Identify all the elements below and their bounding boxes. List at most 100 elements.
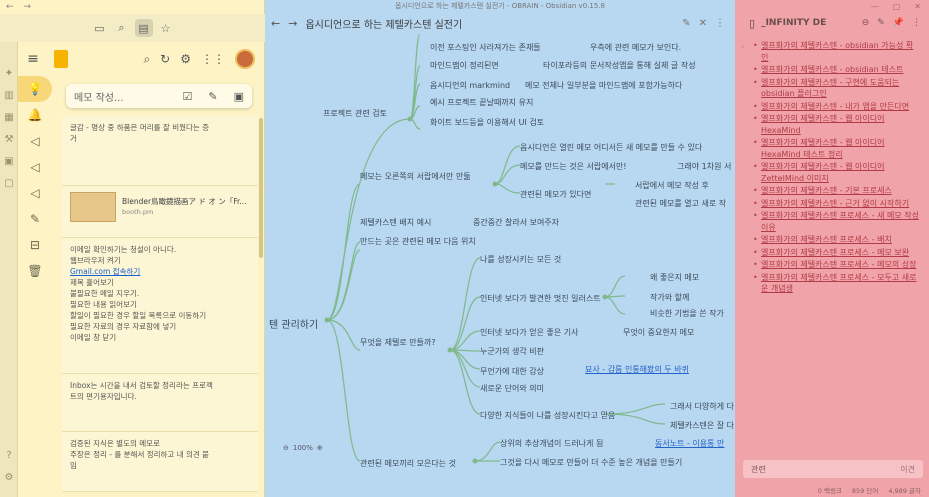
- more-icon[interactable]: ⋮: [715, 18, 725, 29]
- mindmap-node[interactable]: 인터넷 보다가 발견한 멋진 일러스트: [480, 293, 601, 304]
- mindmap-node[interactable]: 누군가의 생각 비판: [480, 346, 544, 357]
- pin-icon[interactable]: ✎: [682, 18, 690, 29]
- list-item[interactable]: 엘프화가의 제텔카스텐 - obsidian 가능성 확인: [753, 40, 919, 63]
- gear-icon[interactable]: ⚙: [180, 52, 191, 66]
- ribbon-icon[interactable]: ▢: [0, 172, 18, 194]
- menu-icon[interactable]: ≡: [18, 51, 48, 67]
- backlink-count[interactable]: 0 백링크: [818, 485, 842, 495]
- forward-arrow-icon[interactable]: →: [24, 2, 32, 12]
- list-item[interactable]: 엘프화가의 제텔카스텐 - 기본 프로세스: [753, 185, 919, 197]
- mindmap-node[interactable]: 다양한 지식들이 나를 성장시킨다고 믿음: [480, 410, 615, 421]
- mindmap-node[interactable]: 무엇이 중요한지 메모: [623, 327, 694, 338]
- star-icon[interactable]: ☆: [157, 19, 175, 37]
- note-card[interactable]: Inbox는 시간을 내서 검토할 정리라는 프로젝 트의 편기용자입니다.: [62, 374, 258, 432]
- mindmap-node[interactable]: 작가와 할께: [650, 292, 689, 303]
- mindmap-node[interactable]: 새로운 단어와 의미: [480, 383, 544, 394]
- mindmap-node[interactable]: 옵시디언은 열린 메모 어디서든 새 메모를 만들 수 있다: [520, 142, 702, 153]
- mindmap-node[interactable]: 무언가에 대한 감상: [480, 366, 544, 377]
- ribbon-icon[interactable]: ▣: [0, 150, 18, 172]
- mindmap-node[interactable]: 우측에 관련 메모가 보인다.: [590, 42, 681, 53]
- checkbox-icon[interactable]: ☑: [183, 90, 193, 103]
- list-item[interactable]: 엘프화가의 제텔카스텐 프로세스 - 메모 보완: [753, 247, 919, 259]
- note-card[interactable]: Blender鳥瞰鏡描画ア ド オ ン「Fr... booth.pm: [62, 186, 258, 238]
- mindmap-node[interactable]: 중간중간 찰라서 보여주자: [473, 217, 559, 228]
- maximize-icon[interactable]: ▢: [893, 2, 901, 11]
- mindmap-node[interactable]: 메모는 오른쪽의 서랍에서만 만듦: [360, 171, 471, 182]
- ribbon-icon[interactable]: ⚒: [0, 128, 18, 150]
- ribbon-icon[interactable]: ▥: [0, 84, 18, 106]
- brush-icon[interactable]: ✎: [208, 90, 217, 103]
- close-icon[interactable]: ✕: [699, 18, 707, 29]
- mindmap-node[interactable]: 메모 전체나 일부분을 마인드맵에 포함가능하다: [525, 80, 682, 91]
- mindmap-node[interactable]: 비슷한 기법을 쓴 작가: [650, 308, 724, 319]
- settings-icon[interactable]: ⚙: [0, 466, 18, 488]
- mindmap-node[interactable]: 무엇을 제텔로 만들까?: [360, 337, 436, 348]
- ribbon-icon[interactable]: ▦: [0, 106, 18, 128]
- zoom-out-icon[interactable]: ⊖: [283, 444, 289, 452]
- list-item[interactable]: 엘프화가의 제텔카스텐 - obsidian 테스트: [753, 64, 919, 76]
- list-item[interactable]: 엘프화가의 제텔카스텐 - 내가 앱을 만든다면: [753, 101, 919, 113]
- mindmap-node[interactable]: 서랍에서 메모 작성 후: [635, 180, 709, 191]
- edit-icon[interactable]: ✎: [877, 18, 885, 28]
- list-item[interactable]: 엘프화가의 제텔카스텐 프로세스 - 배치: [753, 234, 919, 246]
- mindmap-node[interactable]: 예시 프로젝트 끝날때까지 유지: [430, 97, 533, 108]
- mindmap-node[interactable]: 인터넷 보다가 얻은 좋은 기사: [480, 327, 579, 338]
- search-icon[interactable]: ⌕: [113, 19, 131, 37]
- forward-icon[interactable]: →: [288, 17, 297, 30]
- pin-icon[interactable]: 📌: [893, 18, 904, 28]
- label-icon[interactable]: ◁: [18, 154, 52, 180]
- mindmap-node[interactable]: 프로젝트 관련 검토: [323, 108, 387, 119]
- help-icon[interactable]: ?: [0, 444, 18, 466]
- archive-icon[interactable]: ⊟: [18, 232, 52, 258]
- mindmap-node[interactable]: 만드는 곳은 관련된 메모 다음 위치: [360, 236, 476, 247]
- mindmap-node[interactable]: 제텔카스텐은 잘 다: [670, 420, 734, 431]
- bookmark-title[interactable]: Blender鳥瞰鏡描画ア ド オ ン「Fr...: [122, 196, 247, 207]
- apps-grid-icon[interactable]: ⋮⋮: [201, 52, 225, 66]
- link-icon[interactable]: ⊖: [862, 18, 870, 28]
- mindmap-node[interactable]: 화이트 보드등을 이용해서 UI 검토: [430, 117, 544, 128]
- list-item[interactable]: 엘프화가의 제텔카스텐 프로세스 - 모두고 새로운 개념생: [753, 272, 919, 295]
- minimize-icon[interactable]: —: [871, 2, 879, 11]
- mindmap-node[interactable]: 관련된 메모끼리 모은다는 것: [360, 458, 456, 469]
- mindmap-root-node[interactable]: 텐 관리하기: [269, 316, 318, 331]
- list-item[interactable]: 엘프화가의 제텔카스텐 - 웹 아이디어 HexaMind 테스트 정리: [753, 137, 919, 160]
- trash-icon[interactable]: 🗑: [18, 258, 52, 284]
- image-icon[interactable]: ▣: [234, 90, 244, 103]
- gmail-link[interactable]: Gmail.com 접속하기: [70, 266, 250, 277]
- mindmap-link-node[interactable]: 묘사 - 감름 인통해봤의 두 바퀴: [585, 364, 689, 375]
- scrollbar[interactable]: [259, 118, 263, 258]
- mindmap-node[interactable]: 메모를 만드는 것은 서랍에서만!: [520, 161, 627, 172]
- bell-icon[interactable]: 🔔: [18, 102, 52, 128]
- mindmap-node[interactable]: 그래서 다양하게 다: [670, 401, 734, 412]
- zoom-in-icon[interactable]: ⊕: [317, 444, 323, 452]
- lightbulb-icon[interactable]: 💡: [18, 76, 52, 102]
- mindmap-node[interactable]: 그것을 다시 메모로 만들어 더 수준 높은 개념을 만들기: [500, 457, 682, 468]
- mindmap-node[interactable]: 관련된 메모가 있다면: [520, 189, 591, 200]
- search-icon[interactable]: ⌕: [143, 52, 150, 67]
- ribbon-icon[interactable]: ✦: [0, 62, 18, 84]
- list-item[interactable]: 엘프화가의 제텔카스텐 - 근거 없이 시작하기: [753, 198, 919, 210]
- mindmap-link-node[interactable]: 동서노트 - 이용통 만: [655, 438, 724, 449]
- mindmap-node[interactable]: 그래야 1차원 서: [677, 161, 731, 172]
- folder-icon[interactable]: ▭: [91, 19, 109, 37]
- close-icon[interactable]: ✕: [914, 2, 921, 11]
- tab-title[interactable]: 옵시디언으로 하는 제텔카스텐 실전기: [305, 16, 462, 31]
- mindmap-node[interactable]: 관련된 메모를 열고 새로 작: [635, 198, 726, 209]
- compose-note-input[interactable]: 메모 작성... ☑ ✎ ▣: [66, 84, 252, 108]
- related-search-field[interactable]: 관련 이견: [743, 460, 923, 478]
- mindmap-node[interactable]: 이전 포스팅인 사라져가는 존재들: [430, 42, 541, 53]
- list-item[interactable]: 엘프화가의 제텔카스텐 - 웹 아이디어 ZettelMind 이미지: [753, 161, 919, 184]
- list-item[interactable]: 엘프화가의 제텔카스텐 프로세스 - 새 메모 작성 이유: [753, 210, 919, 233]
- back-icon[interactable]: ←: [271, 17, 280, 30]
- label-icon[interactable]: ◁: [18, 180, 52, 206]
- list-item[interactable]: 엘프화가의 제텔카스텐 - 구현에 도움되는 obsidian 플러그인: [753, 77, 919, 100]
- avatar[interactable]: [235, 49, 255, 69]
- notes-icon[interactable]: ▤: [134, 19, 153, 37]
- refresh-icon[interactable]: ↻: [160, 52, 170, 66]
- back-arrow-icon[interactable]: ←: [6, 2, 14, 12]
- related-button[interactable]: 이견: [900, 464, 915, 475]
- mindmap-node[interactable]: 마인드맵이 정리된면: [430, 60, 499, 71]
- note-card[interactable]: 글감 - 명상 중 하품은 머리를 잘 비웠다는 증 거: [62, 116, 258, 186]
- list-item[interactable]: 엘프화가의 제텔카스텐 - 웹 아이디어 HexaMind: [753, 113, 919, 136]
- mindmap-node[interactable]: 왜 좋은지 메모: [650, 272, 699, 283]
